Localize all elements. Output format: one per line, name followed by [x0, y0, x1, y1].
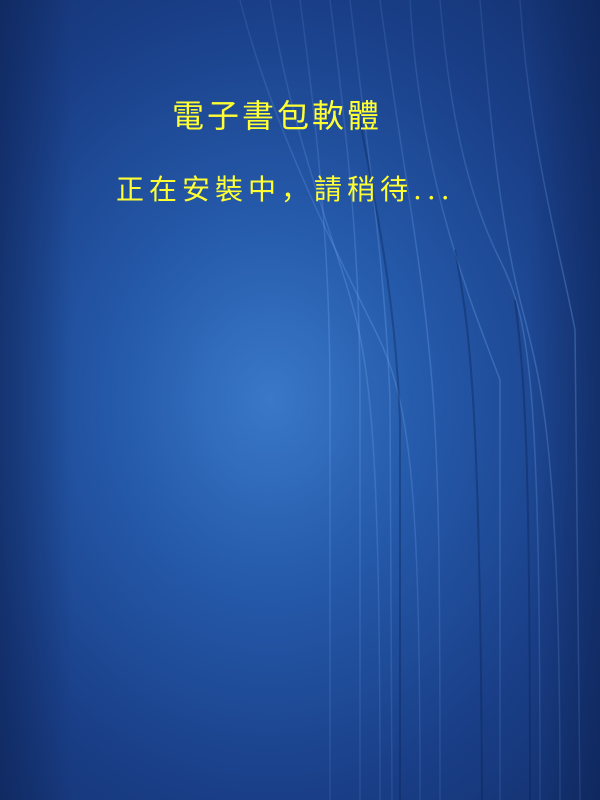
installer-splash: { "splash": { "title": "電子書包軟體", "status…	[0, 0, 600, 800]
install-status-text: 正在安裝中，請稍待...	[116, 173, 455, 206]
app-title: 電子書包軟體	[172, 97, 383, 135]
